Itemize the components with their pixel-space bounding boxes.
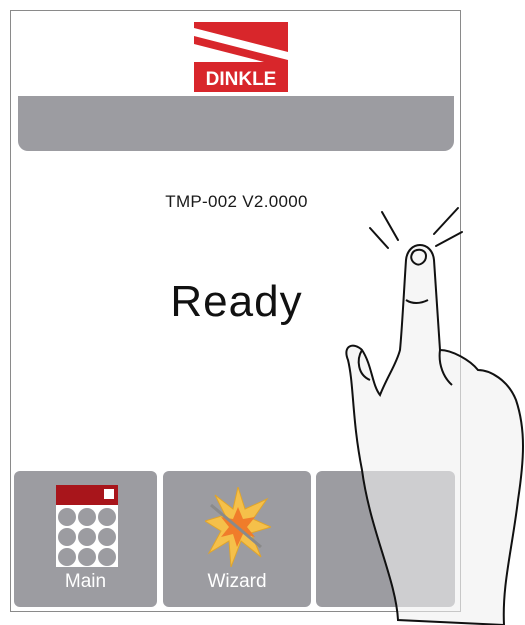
blank-button[interactable] <box>316 471 455 607</box>
main-button-label: Main <box>64 571 107 592</box>
main-button[interactable]: Main <box>14 471 157 607</box>
wizard-button-label: Wizard <box>207 571 267 592</box>
device-screen: DINKLE TMP-002 V2.0000 Ready Main Wizard <box>10 10 461 612</box>
header-bar <box>18 96 454 151</box>
model-version-text: TMP-002 V2.0000 <box>165 192 308 211</box>
logo-text: DINKLE <box>206 69 277 90</box>
status-text: Ready <box>170 277 303 326</box>
keypad-grid-icon <box>56 485 118 567</box>
starburst-wand-icon <box>205 487 271 567</box>
dinkle-logo: DINKLE <box>194 22 288 92</box>
wizard-button[interactable]: Wizard <box>163 471 311 607</box>
